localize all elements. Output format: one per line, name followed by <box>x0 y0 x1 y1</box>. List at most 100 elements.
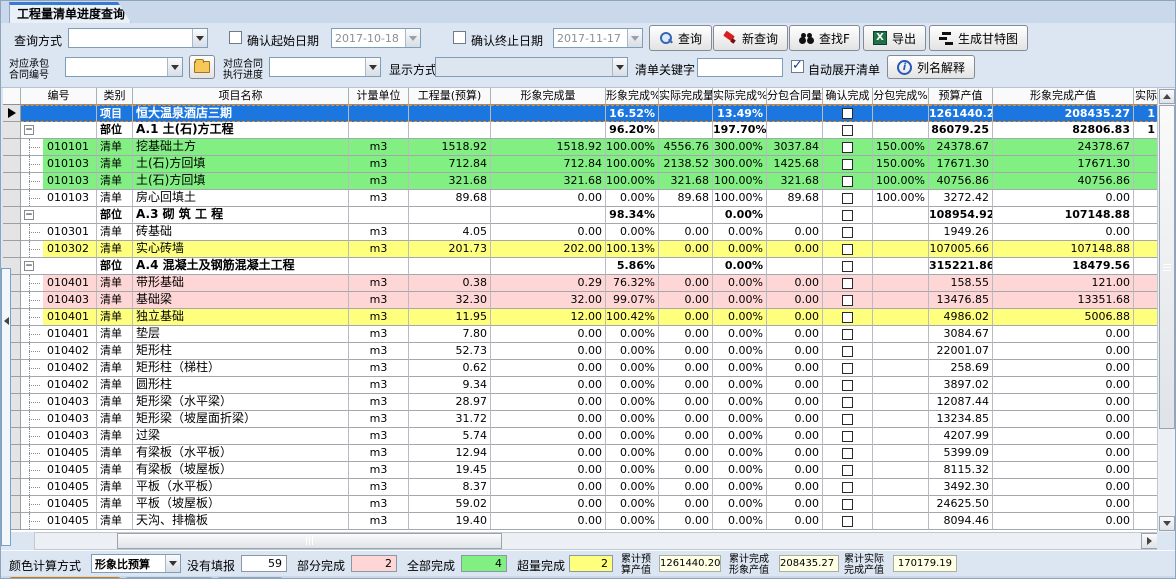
confirm-checkbox[interactable] <box>842 312 853 323</box>
scroll-down-button[interactable] <box>1159 516 1175 531</box>
table-row-010302[interactable]: 010302清单实心砖墙m3201.73202.00100.13%0.000.0… <box>3 241 1159 258</box>
confirm-end-date[interactable]: 2017-11-17 <box>553 28 643 48</box>
confirm-start-checkbox[interactable] <box>229 31 242 44</box>
table-row-010401[interactable]: 010401清单垫层m37.800.000.00%0.000.00%0.0030… <box>3 326 1159 343</box>
tree-collapse-icon[interactable]: − <box>24 125 34 135</box>
auto-expand-checkbox[interactable] <box>791 60 804 73</box>
column-header-4[interactable]: 计量单位 <box>349 88 409 105</box>
column-header-10[interactable]: 分包合同量 <box>767 88 823 105</box>
chevron-down-icon[interactable] <box>627 29 642 47</box>
column-header-3[interactable]: 项目名称 <box>133 88 349 105</box>
confirm-checkbox[interactable] <box>842 482 853 493</box>
table-row-010403[interactable]: 010403清单矩形梁（坡屋面折梁）m331.720.000.00%0.000.… <box>3 411 1159 428</box>
vertical-scrollbar[interactable] <box>1157 88 1175 532</box>
column-header-5[interactable]: 工程量(预算) <box>409 88 491 105</box>
table-row-010405[interactable]: 010405清单有梁板（坡屋板）m319.450.000.00%0.000.00… <box>3 462 1159 479</box>
table-row-section[interactable]: −部位A.4 混凝土及钢筋混凝土工程5.86%0.00%315221.86184… <box>3 258 1159 275</box>
vertical-scroll-thumb[interactable] <box>1159 105 1175 429</box>
scroll-up-button[interactable] <box>1159 89 1175 104</box>
tree-collapse-icon[interactable]: − <box>24 261 34 271</box>
confirm-checkbox[interactable] <box>842 329 853 340</box>
horizontal-scroll-track[interactable] <box>34 532 1159 550</box>
color-mode-combobox[interactable]: 形象比预算 <box>91 554 181 573</box>
confirm-checkbox[interactable] <box>842 516 853 527</box>
column-header-11[interactable]: 确认完成 <box>823 88 873 105</box>
table-row-010402[interactable]: 010402清单圆形柱m39.340.000.00%0.000.00%0.003… <box>3 377 1159 394</box>
confirm-end-checkbox[interactable] <box>453 31 466 44</box>
table-row-010401[interactable]: 010401清单带形基础m30.380.2976.32%0.000.00%0.0… <box>3 275 1159 292</box>
horizontal-scroll-thumb[interactable] <box>117 533 502 549</box>
chevron-down-icon[interactable] <box>165 555 180 572</box>
contract-progress-combobox[interactable] <box>269 57 381 77</box>
table-row-010101[interactable]: 010101清单挖基础土方m31518.921518.92100.00%4556… <box>3 139 1159 156</box>
search-button[interactable]: 查询 <box>649 25 712 51</box>
column-header-13[interactable]: 预算产值 <box>929 88 993 105</box>
confirm-checkbox[interactable] <box>842 210 853 221</box>
table-row-010103[interactable]: 010103清单房心回填土m389.680.000.00%89.68100.00… <box>3 190 1159 207</box>
export-button[interactable]: X 导出 <box>863 25 926 51</box>
confirm-checkbox[interactable] <box>842 278 853 289</box>
open-folder-button[interactable] <box>189 55 215 79</box>
find-button[interactable]: 查找F <box>789 25 860 51</box>
confirm-checkbox[interactable] <box>842 193 853 204</box>
column-header-7[interactable]: 形象完成% <box>606 88 659 105</box>
confirm-checkbox[interactable] <box>842 176 853 187</box>
horizontal-scrollbar[interactable] <box>3 532 1159 550</box>
confirm-checkbox[interactable] <box>842 363 853 374</box>
display-mode-combobox[interactable] <box>435 57 628 77</box>
table-row-010403[interactable]: 010403清单基础梁m332.3032.0099.07%0.000.00%0.… <box>3 292 1159 309</box>
table-row-010301[interactable]: 010301清单砖基础m34.050.000.00%0.000.00%0.001… <box>3 224 1159 241</box>
new-search-button[interactable]: 新查询 <box>713 25 788 51</box>
table-row-010405[interactable]: 010405清单平板（坡屋板）m359.020.000.00%0.000.00%… <box>3 496 1159 513</box>
table-row-section[interactable]: −部位A.3 砌 筑 工 程98.34%0.00%108954.92107148… <box>3 207 1159 224</box>
confirm-checkbox[interactable] <box>842 125 853 136</box>
column-header-1[interactable]: 编号 <box>21 88 97 105</box>
column-header-9[interactable]: 实际完成% <box>713 88 767 105</box>
table-row-010405[interactable]: 010405清单有梁板（水平板）m312.940.000.00%0.000.00… <box>3 445 1159 462</box>
column-header-15[interactable]: 实际 <box>1134 88 1159 105</box>
chevron-down-icon[interactable] <box>612 58 627 76</box>
confirm-checkbox[interactable] <box>842 244 853 255</box>
confirm-checkbox[interactable] <box>842 227 853 238</box>
table-row-010402[interactable]: 010402清单矩形柱m352.730.000.00%0.000.00%0.00… <box>3 343 1159 360</box>
confirm-checkbox[interactable] <box>842 431 853 442</box>
table-row-010401[interactable]: 010401清单独立基础m311.9512.00100.42%0.000.00%… <box>3 309 1159 326</box>
chevron-down-icon[interactable] <box>365 58 380 76</box>
left-panel-splitter[interactable] <box>1 268 11 546</box>
confirm-checkbox[interactable] <box>842 108 853 119</box>
confirm-checkbox[interactable] <box>842 261 853 272</box>
column-header-12[interactable]: 分包完成% <box>873 88 929 105</box>
table-row-010103[interactable]: 010103清单土(石)方回填m3712.84712.84100.00%2138… <box>3 156 1159 173</box>
tree-collapse-icon[interactable]: − <box>24 210 34 220</box>
confirm-checkbox[interactable] <box>842 465 853 476</box>
confirm-checkbox[interactable] <box>842 499 853 510</box>
confirm-checkbox[interactable] <box>842 414 853 425</box>
column-header-14[interactable]: 形象完成产值 <box>993 88 1134 105</box>
column-header-2[interactable]: 类别 <box>97 88 133 105</box>
chevron-down-icon[interactable] <box>167 58 182 76</box>
confirm-checkbox[interactable] <box>842 380 853 391</box>
confirm-start-date[interactable]: 2017-10-18 <box>331 28 421 48</box>
query-mode-combobox[interactable] <box>68 28 208 48</box>
table-row-010403[interactable]: 010403清单矩形梁（水平梁）m328.970.000.00%0.000.00… <box>3 394 1159 411</box>
table-row-010405[interactable]: 010405清单天沟、排檐板m319.400.000.00%0.000.00%0… <box>3 513 1159 530</box>
column-help-button[interactable]: i 列名解释 <box>887 55 975 79</box>
chevron-down-icon[interactable] <box>405 29 420 47</box>
scroll-right-button[interactable] <box>1141 533 1158 549</box>
table-row-section[interactable]: −部位A.1 土(石)方工程96.20%197.70%86079.2582806… <box>3 122 1159 139</box>
keyword-input[interactable] <box>697 58 783 77</box>
table-row-project[interactable]: 项目恒大温泉酒店三期16.52%13.49%1261440.2208435.27… <box>3 105 1159 122</box>
table-row-010403[interactable]: 010403清单过梁m35.740.000.00%0.000.00%0.0042… <box>3 428 1159 445</box>
confirm-checkbox[interactable] <box>842 159 853 170</box>
chevron-down-icon[interactable] <box>192 29 207 47</box>
table-row-010402[interactable]: 010402清单矩形柱（梯柱）m30.620.000.00%0.000.00%0… <box>3 360 1159 377</box>
confirm-checkbox[interactable] <box>842 448 853 459</box>
contract-no-combobox[interactable] <box>65 57 183 77</box>
confirm-checkbox[interactable] <box>842 397 853 408</box>
tab-boq-progress-query[interactable]: 工程量清单进度查询 <box>9 2 131 23</box>
table-row-010405[interactable]: 010405清单平板（水平板）m38.370.000.00%0.000.00%0… <box>3 479 1159 496</box>
generate-gantt-button[interactable]: 生成甘特图 <box>929 25 1028 51</box>
confirm-checkbox[interactable] <box>842 346 853 357</box>
confirm-checkbox[interactable] <box>842 295 853 306</box>
table-row-010103[interactable]: 010103清单土(石)方回填m3321.68321.68100.00%321.… <box>3 173 1159 190</box>
